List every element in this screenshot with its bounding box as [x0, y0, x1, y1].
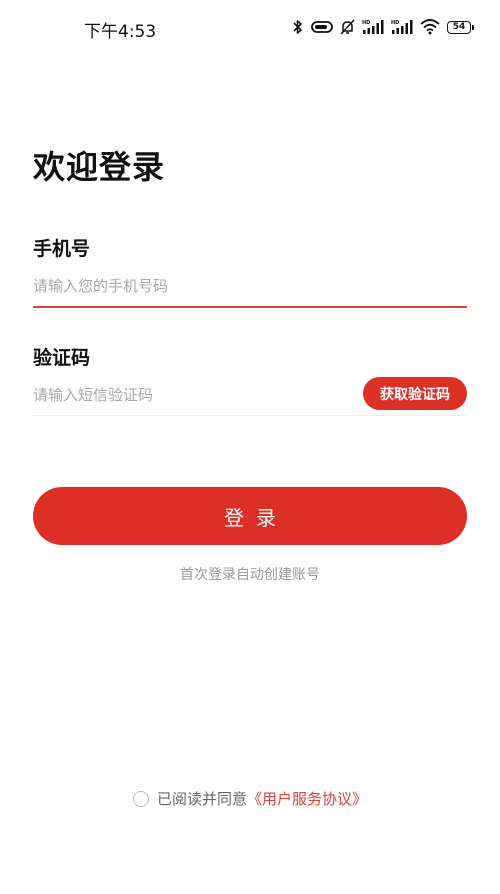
- svg-text:HD: HD: [362, 20, 370, 26]
- status-time: 下午4:53: [84, 22, 157, 42]
- phone-input-underline: [33, 306, 467, 308]
- code-input-underline: [33, 415, 467, 416]
- hd-signal-icon: HD: [362, 20, 384, 34]
- login-button[interactable]: 登录: [33, 487, 467, 545]
- phone-label: 手机号: [33, 238, 91, 260]
- agreement-text: 已阅读并同意: [156, 790, 247, 808]
- page-title: 欢迎登录: [33, 148, 166, 186]
- agreement-row: 已阅读并同意 《用户服务协议》: [0, 788, 500, 809]
- svg-text:HD: HD: [391, 20, 399, 26]
- auto-register-hint: 首次登录自动创建账号: [180, 567, 320, 583]
- battery-level: 54: [452, 22, 466, 32]
- code-input[interactable]: [33, 384, 333, 406]
- status-icons: HD HD 54: [292, 19, 474, 35]
- bluetooth-icon: [293, 20, 302, 34]
- battery-icon: 54: [447, 20, 474, 34]
- phone-input[interactable]: [33, 275, 463, 297]
- mute-icon: [340, 19, 355, 35]
- get-code-button[interactable]: 获取验证码: [363, 377, 467, 410]
- agreement-checkbox[interactable]: [132, 790, 149, 807]
- status-bar: 下午4:53 HD HD 54: [0, 0, 500, 58]
- hd-signal-icon: HD: [391, 20, 413, 34]
- wifi-icon: [420, 19, 440, 35]
- code-label: 验证码: [33, 347, 91, 369]
- vpn-icon: [311, 21, 333, 33]
- user-agreement-link[interactable]: 《用户服务协议》: [247, 788, 367, 809]
